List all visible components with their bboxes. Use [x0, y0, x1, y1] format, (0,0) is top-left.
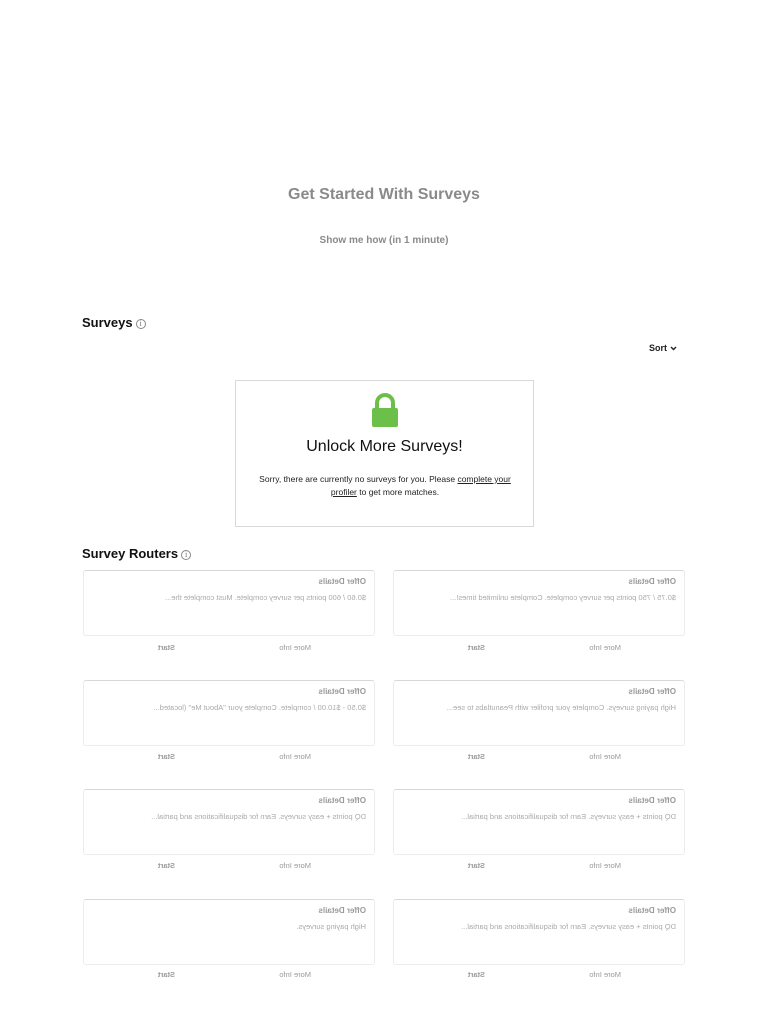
offer-details-title: Offer Details [628, 687, 676, 696]
offer-details-title: Offer Details [628, 906, 676, 915]
info-icon[interactable]: i [135, 319, 146, 329]
router-card[interactable]: Offer Details DQ points + easy surveys. E… [393, 789, 685, 855]
router-card[interactable]: Offer Details DQ points + easy surveys. E… [83, 789, 375, 855]
offer-details-title: Offer Details [318, 906, 366, 915]
offer-description: $0.50 - $10.00 / complete. Complete your… [153, 703, 366, 712]
start-button[interactable]: Start [468, 861, 485, 870]
more-info-link[interactable]: More Info [589, 752, 621, 761]
start-button[interactable]: Start [158, 970, 175, 979]
more-info-link[interactable]: More Info [589, 970, 621, 979]
info-icon[interactable]: i [181, 550, 192, 560]
router-card[interactable]: Offer Details High paying surveys. Comple… [393, 680, 685, 746]
unlock-text-after: to get more matches. [356, 487, 440, 497]
unlock-title: Unlock More Surveys! [306, 438, 463, 455]
hero-title: Get Started With Surveys [288, 186, 480, 203]
offer-description: DQ points + easy surveys. Earn for disqu… [461, 922, 676, 931]
offer-details-title: Offer Details [628, 796, 676, 805]
offer-description: DQ points + easy surveys. Earn for disqu… [151, 812, 366, 821]
start-button[interactable]: Start [158, 861, 175, 870]
survey-routers-heading: Survey Routers i [82, 546, 192, 561]
surveys-title: Surveys [82, 315, 133, 330]
more-info-link[interactable]: More Info [279, 970, 311, 979]
unlock-surveys-panel: Unlock More Surveys! Sorry, there are cu… [235, 380, 534, 527]
unlock-message: Sorry, there are currently no surveys fo… [254, 473, 516, 499]
lock-icon [370, 393, 400, 429]
start-button[interactable]: Start [468, 752, 485, 761]
offer-details-title: Offer Details [318, 687, 366, 696]
offer-details-title: Offer Details [628, 577, 676, 586]
router-card-actions: More Info Start [83, 752, 375, 764]
offer-description: DQ points + easy surveys. Earn for disqu… [461, 812, 676, 821]
offer-description: $0.60 / 600 points per survey complete. … [165, 593, 366, 602]
offer-description: High paying surveys. [296, 922, 366, 931]
chevron-down-icon [670, 346, 677, 350]
offer-description: $0.75 / 750 points per survey complete. … [450, 593, 676, 602]
router-card[interactable]: Offer Details $0.60 / 600 points per surv… [83, 570, 375, 636]
router-card[interactable]: Offer Details $0.75 / 750 points per surv… [393, 570, 685, 636]
router-card[interactable]: Offer Details DQ points + easy surveys. E… [393, 899, 685, 965]
sort-button[interactable]: Sort [649, 343, 677, 353]
more-info-link[interactable]: More Info [589, 861, 621, 870]
offer-details-title: Offer Details [318, 577, 366, 586]
survey-routers-title: Survey Routers [82, 546, 179, 561]
start-button[interactable]: Start [468, 643, 485, 652]
more-info-link[interactable]: More Info [589, 643, 621, 652]
router-card-actions: More Info Start [83, 970, 375, 982]
router-card-actions: More Info Start [393, 861, 685, 873]
start-button[interactable]: Start [158, 643, 175, 652]
unlock-text-before: Sorry, there are currently no surveys fo… [259, 474, 458, 484]
start-button[interactable]: Start [468, 970, 485, 979]
more-info-link[interactable]: More Info [279, 752, 311, 761]
show-me-how-link[interactable]: Show me how (in 1 minute) [0, 235, 768, 246]
offer-details-title: Offer Details [318, 796, 366, 805]
router-card[interactable]: Offer Details $0.50 - $10.00 / complete. … [83, 680, 375, 746]
more-info-link[interactable]: More Info [279, 643, 311, 652]
router-card-actions: More Info Start [393, 643, 685, 655]
more-info-link[interactable]: More Info [279, 861, 311, 870]
router-card-actions: More Info Start [393, 752, 685, 764]
router-card-actions: More Info Start [393, 970, 685, 982]
router-card-actions: More Info Start [83, 643, 375, 655]
router-card-actions: More Info Start [83, 861, 375, 873]
router-card[interactable]: Offer Details High paying surveys. [83, 899, 375, 965]
start-button[interactable]: Start [158, 752, 175, 761]
surveys-heading: Surveys i [82, 315, 146, 330]
sort-label: Sort [649, 343, 667, 353]
offer-description: High paying surveys. Complete your profi… [446, 703, 676, 712]
